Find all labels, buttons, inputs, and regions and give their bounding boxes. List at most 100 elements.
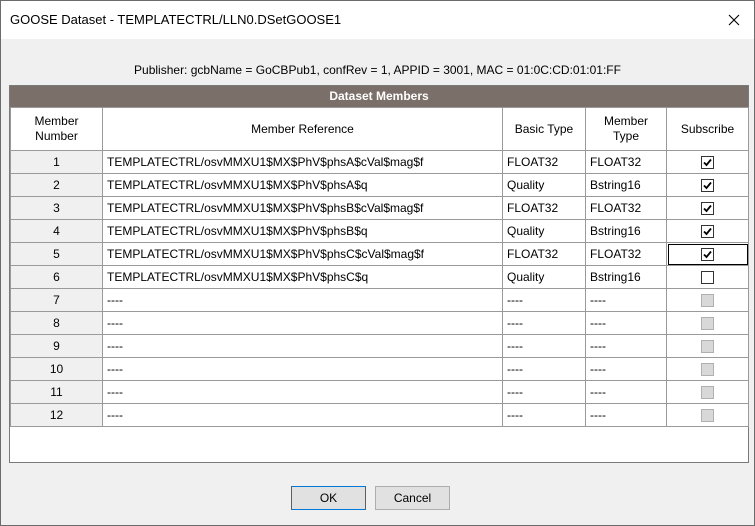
- subscribe-cell[interactable]: [666, 150, 749, 174]
- subscribe-cell: [666, 311, 749, 335]
- subscribe-checkbox: [701, 317, 714, 331]
- member-number-cell: 12: [10, 403, 103, 427]
- subscribe-checkbox[interactable]: [701, 156, 714, 170]
- member-number-cell: 9: [10, 334, 103, 358]
- check-icon: [703, 228, 712, 236]
- member-reference-cell: ----: [102, 357, 503, 381]
- member-reference-cell: TEMPLATECTRL/osvMMXU1$MX$PhV$phsA$q: [102, 173, 503, 197]
- subscribe-checkbox: [701, 340, 714, 354]
- member-number-cell: 4: [10, 219, 103, 243]
- dataset-members-table: Member Number Member Reference Basic Typ…: [10, 107, 749, 427]
- col-header-subscribe: Subscribe: [666, 107, 749, 151]
- member-number-cell: 6: [10, 265, 103, 289]
- basic-type-cell: ----: [502, 288, 586, 312]
- member-reference-cell: ----: [102, 380, 503, 404]
- table-row[interactable]: 9 ---- ---- ----: [10, 334, 749, 358]
- subscribe-cell[interactable]: [666, 242, 749, 266]
- close-button[interactable]: [714, 1, 754, 39]
- subscribe-checkbox: [701, 294, 714, 308]
- member-reference-cell: TEMPLATECTRL/osvMMXU1$MX$PhV$phsB$q: [102, 219, 503, 243]
- subscribe-checkbox: [701, 363, 714, 377]
- basic-type-cell: Quality: [502, 173, 586, 197]
- basic-type-cell: ----: [502, 357, 586, 381]
- member-number-cell: 2: [10, 173, 103, 197]
- member-type-cell: ----: [585, 380, 667, 404]
- member-reference-cell: ----: [102, 288, 503, 312]
- publisher-text: Publisher: gcbName = GoCBPub1, confRev =…: [134, 63, 621, 77]
- basic-type-cell: ----: [502, 403, 586, 427]
- member-number-cell: 5: [10, 242, 103, 266]
- member-reference-cell: TEMPLATECTRL/osvMMXU1$MX$PhV$phsC$cVal$m…: [102, 242, 503, 266]
- check-icon: [703, 205, 712, 213]
- member-reference-cell: ----: [102, 403, 503, 427]
- basic-type-cell: FLOAT32: [502, 150, 586, 174]
- basic-type-cell: ----: [502, 311, 586, 335]
- basic-type-cell: Quality: [502, 219, 586, 243]
- member-number-cell: 7: [10, 288, 103, 312]
- subscribe-checkbox[interactable]: [701, 271, 714, 285]
- subscribe-checkbox: [701, 409, 714, 423]
- member-number-cell: 10: [10, 357, 103, 381]
- subscribe-cell[interactable]: [666, 265, 749, 289]
- title-bar: GOOSE Dataset - TEMPLATECTRL/LLN0.DSetGO…: [1, 1, 754, 39]
- member-type-cell: ----: [585, 334, 667, 358]
- subscribe-checkbox[interactable]: [701, 179, 714, 193]
- member-reference-cell: TEMPLATECTRL/osvMMXU1$MX$PhV$phsA$cVal$m…: [102, 150, 503, 174]
- publisher-info: Publisher: gcbName = GoCBPub1, confRev =…: [1, 63, 754, 79]
- subscribe-cell: [666, 288, 749, 312]
- check-icon: [703, 159, 712, 167]
- subscribe-checkbox: [701, 386, 714, 400]
- member-type-cell: ----: [585, 311, 667, 335]
- table-row[interactable]: 2 TEMPLATECTRL/osvMMXU1$MX$PhV$phsA$q Qual…: [10, 173, 749, 197]
- subscribe-checkbox[interactable]: [701, 202, 714, 216]
- subscribe-cell: [666, 403, 749, 427]
- member-type-cell: FLOAT32: [585, 242, 667, 266]
- basic-type-cell: Quality: [502, 265, 586, 289]
- table-row[interactable]: 4 TEMPLATECTRL/osvMMXU1$MX$PhV$phsB$q Qual…: [10, 219, 749, 243]
- member-reference-cell: ----: [102, 334, 503, 358]
- subscribe-cell[interactable]: [666, 173, 749, 197]
- subscribe-cell: [666, 334, 749, 358]
- basic-type-cell: ----: [502, 334, 586, 358]
- subscribe-cell: [666, 380, 749, 404]
- subscribe-cell: [666, 357, 749, 381]
- col-header-member-type: Member Type: [585, 107, 667, 151]
- subscribe-cell[interactable]: [666, 219, 749, 243]
- ok-button[interactable]: OK: [291, 486, 366, 510]
- member-type-cell: Bstring16: [585, 265, 667, 289]
- basic-type-cell: ----: [502, 380, 586, 404]
- subscribe-checkbox[interactable]: [701, 225, 714, 239]
- member-type-cell: ----: [585, 403, 667, 427]
- member-reference-cell: ----: [102, 311, 503, 335]
- col-header-basic-type: Basic Type: [502, 107, 586, 151]
- window-title: GOOSE Dataset - TEMPLATECTRL/LLN0.DSetGO…: [10, 12, 342, 27]
- table-row[interactable]: 11 ---- ---- ----: [10, 380, 749, 404]
- member-number-cell: 8: [10, 311, 103, 335]
- member-type-cell: FLOAT32: [585, 150, 667, 174]
- table-header-row: Member Number Member Reference Basic Typ…: [10, 107, 749, 151]
- member-reference-cell: TEMPLATECTRL/osvMMXU1$MX$PhV$phsB$cVal$m…: [102, 196, 503, 220]
- member-number-cell: 3: [10, 196, 103, 220]
- col-header-member-number: Member Number: [10, 107, 103, 151]
- table-row[interactable]: 7 ---- ---- ----: [10, 288, 749, 312]
- subscribe-cell[interactable]: [666, 196, 749, 220]
- check-icon: [703, 251, 712, 259]
- table-row[interactable]: 6 TEMPLATECTRL/osvMMXU1$MX$PhV$phsC$q Qual…: [10, 265, 749, 289]
- basic-type-cell: FLOAT32: [502, 242, 586, 266]
- table-row[interactable]: 10 ---- ---- ----: [10, 357, 749, 381]
- goose-dataset-dialog: GOOSE Dataset - TEMPLATECTRL/LLN0.DSetGO…: [0, 0, 755, 526]
- member-type-cell: Bstring16: [585, 219, 667, 243]
- member-number-cell: 1: [10, 150, 103, 174]
- member-type-cell: Bstring16: [585, 173, 667, 197]
- member-reference-cell: TEMPLATECTRL/osvMMXU1$MX$PhV$phsC$q: [102, 265, 503, 289]
- dataset-members-panel: Dataset Members Member Number Member Ref…: [9, 85, 749, 463]
- table-row[interactable]: 8 ---- ---- ----: [10, 311, 749, 335]
- table-row[interactable]: 3 TEMPLATECTRL/osvMMXU1$MX$PhV$phsB$cVal$…: [10, 196, 749, 220]
- grid-title: Dataset Members: [10, 86, 748, 107]
- table-row[interactable]: 1 TEMPLATECTRL/osvMMXU1$MX$PhV$phsA$cVal$…: [10, 150, 749, 174]
- table-row[interactable]: 5 TEMPLATECTRL/osvMMXU1$MX$PhV$phsC$cVal$…: [10, 242, 749, 266]
- basic-type-cell: FLOAT32: [502, 196, 586, 220]
- subscribe-checkbox[interactable]: [701, 248, 714, 262]
- table-row[interactable]: 12 ---- ---- ----: [10, 403, 749, 427]
- cancel-button[interactable]: Cancel: [375, 486, 450, 510]
